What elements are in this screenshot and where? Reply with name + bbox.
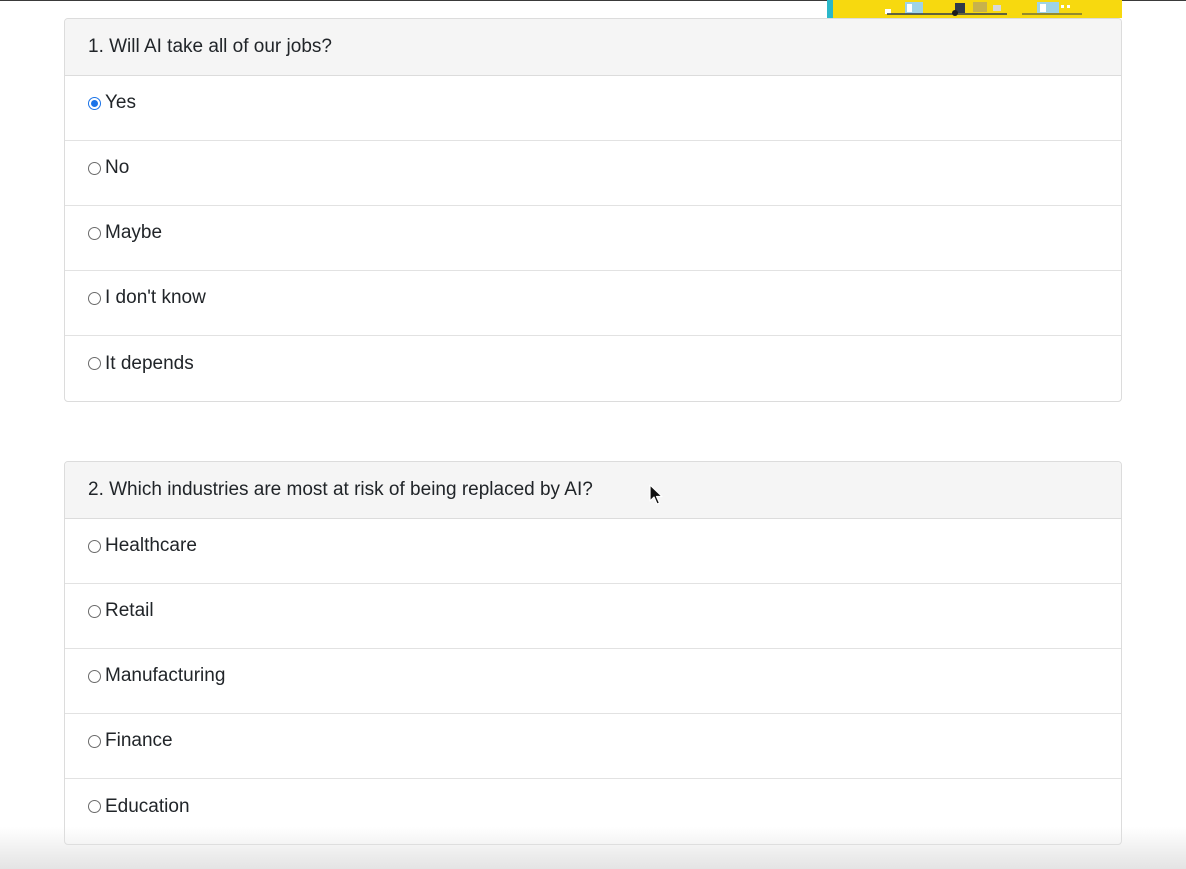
option-retail[interactable]: Retail: [65, 584, 1121, 649]
option-label: Education: [105, 795, 190, 817]
banner-image: [827, 0, 1122, 18]
option-manufacturing[interactable]: Manufacturing: [65, 649, 1121, 714]
radio-button[interactable]: [88, 226, 101, 240]
question-title: 1. Will AI take all of our jobs?: [65, 19, 1121, 76]
option-yes[interactable]: Yes: [65, 76, 1121, 141]
option-it-depends[interactable]: It depends: [65, 336, 1121, 401]
radio-button[interactable]: [88, 291, 101, 305]
option-no[interactable]: No: [65, 141, 1121, 206]
radio-button[interactable]: [88, 161, 101, 175]
option-finance[interactable]: Finance: [65, 714, 1121, 779]
question-title: 2. Which industries are most at risk of …: [65, 462, 1121, 519]
option-label: It depends: [105, 352, 194, 374]
radio-button[interactable]: [88, 539, 101, 553]
radio-button[interactable]: [88, 800, 101, 813]
option-label: Healthcare: [105, 535, 197, 556]
option-label: Retail: [105, 600, 154, 621]
radio-button-checked[interactable]: [88, 96, 101, 110]
radio-button[interactable]: [88, 734, 101, 748]
option-label: Finance: [105, 730, 173, 751]
question-card-1: 1. Will AI take all of our jobs? Yes No …: [64, 18, 1122, 402]
option-label: Maybe: [105, 222, 163, 243]
radio-button[interactable]: [88, 357, 101, 370]
radio-button[interactable]: [88, 604, 101, 618]
question-card-2: 2. Which industries are most at risk of …: [64, 461, 1122, 845]
option-label: Manufacturing: [105, 665, 226, 686]
option-label: Yes: [105, 92, 136, 113]
radio-button[interactable]: [88, 669, 101, 683]
mouse-pointer-icon: [649, 484, 663, 511]
option-education[interactable]: Education: [65, 779, 1121, 844]
option-i-dont-know[interactable]: I don't know: [65, 271, 1121, 336]
option-label: No: [105, 157, 130, 178]
option-label: I don't know: [105, 287, 206, 308]
option-healthcare[interactable]: Healthcare: [65, 519, 1121, 584]
option-maybe[interactable]: Maybe: [65, 206, 1121, 271]
